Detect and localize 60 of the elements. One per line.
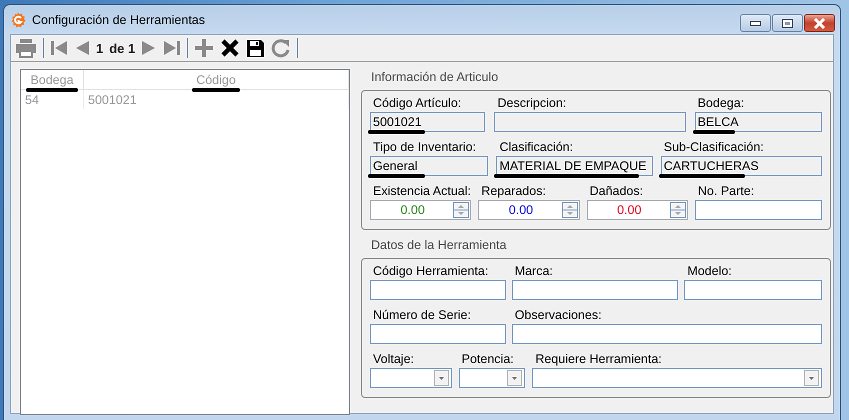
text-field[interactable] [694, 200, 822, 220]
dropdown-field[interactable] [370, 368, 452, 388]
field-label: Sub-Clasificación: [662, 139, 765, 156]
next-icon [141, 39, 158, 57]
close-button[interactable] [804, 14, 835, 32]
field-label: Marca: [514, 263, 554, 280]
close-icon [220, 38, 240, 58]
first-icon [50, 39, 68, 57]
previous-icon [74, 39, 90, 57]
text-field[interactable]: MATERIAL DE EMPAQUE [496, 156, 653, 176]
dropdown-field[interactable] [532, 368, 822, 388]
page-number: 1 [96, 40, 104, 56]
refresh-icon [271, 38, 292, 58]
plus-icon [194, 38, 214, 58]
table-cell: 54 [21, 90, 84, 109]
text-field[interactable] [512, 324, 822, 344]
field-label: Potencia: [460, 351, 515, 368]
gear-logo-icon [10, 12, 26, 28]
field-label: Código Artículo: [372, 95, 462, 112]
field-label: Código Herramienta: [372, 263, 490, 280]
field-label: Existencia Actual: [372, 183, 472, 200]
field-label: Bodega: [696, 95, 746, 112]
text-field[interactable] [370, 324, 506, 344]
maximize-icon [782, 18, 793, 28]
window-title: Configuración de Herramientas [32, 12, 206, 26]
spinner-arrows-icon[interactable] [453, 202, 470, 218]
page-count: de 1 [109, 40, 136, 56]
text-field[interactable] [512, 280, 678, 300]
field-label: Observaciones: [514, 307, 603, 324]
field-label: Descripcion: [496, 95, 568, 112]
text-field[interactable]: CARTUCHERAS [660, 156, 822, 176]
minimize-icon [750, 20, 761, 26]
text-field[interactable]: General [370, 156, 488, 176]
text-field[interactable]: BELCA [694, 112, 822, 132]
save-button[interactable] [246, 38, 266, 58]
last-icon [163, 39, 182, 57]
field-label: Voltaje: [372, 351, 416, 368]
text-field[interactable] [684, 280, 822, 300]
dropdown-field[interactable] [458, 368, 526, 388]
text-field[interactable] [370, 280, 506, 300]
group-title: Datos de la Herramienta [371, 238, 508, 254]
field-label: Requiere Herramienta: [534, 351, 663, 368]
minimize-button[interactable] [740, 14, 771, 32]
spinner-arrows-icon[interactable] [670, 202, 686, 218]
maximize-button[interactable] [772, 14, 803, 32]
field-label: Número de Serie: [372, 307, 472, 324]
field-label: No. Parte: [696, 183, 756, 200]
print-icon [15, 38, 37, 58]
field-label: Clasificación: [498, 139, 574, 156]
field-label: Reparados: [480, 183, 547, 200]
spinner-arrows-icon[interactable] [562, 202, 578, 218]
close-icon [813, 18, 826, 28]
field-label: Tipo de Inventario: [372, 139, 478, 156]
field-label: Dañados: [588, 183, 644, 200]
field-label: Modelo: [686, 263, 733, 280]
text-field[interactable] [494, 112, 686, 132]
text-field[interactable]: 5001021 [370, 112, 486, 132]
table-cell: 5001021 [84, 90, 348, 109]
delete-button[interactable] [220, 38, 240, 58]
group-title: Información de Articulo [371, 70, 500, 86]
